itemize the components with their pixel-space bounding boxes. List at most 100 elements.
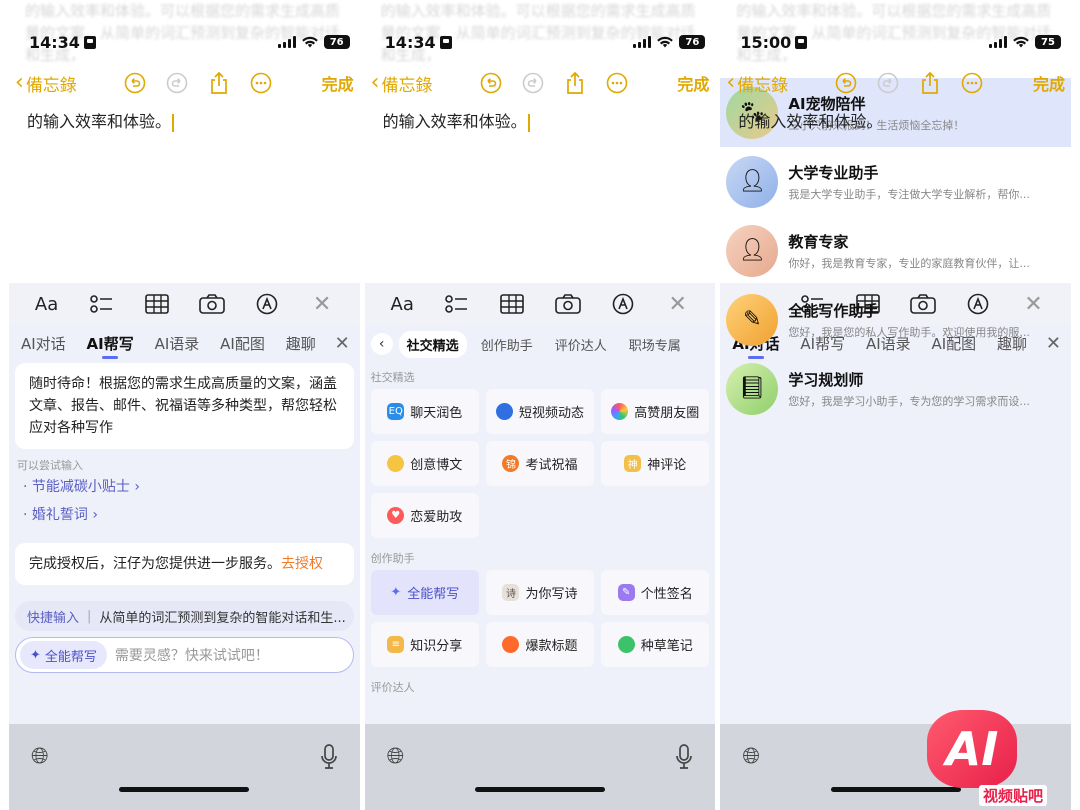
share-icon[interactable]	[563, 71, 587, 95]
redo-icon[interactable]	[165, 71, 189, 95]
assistant-item[interactable]: 📘︎ 学习规划师 您好，我是学习小助手，专为您的学习需求而设...	[720, 354, 1071, 423]
template-short-video[interactable]: 短视频动态	[485, 389, 595, 434]
close-icon[interactable]: ✕	[663, 292, 693, 317]
quick-input-bar[interactable]: 快捷输入 | 从简单的词汇预测到复杂的智能对话和生...	[15, 601, 354, 631]
phone-screen-3: 的输入效率和体验。可以根据您的需求生成高质量的文案，从简单的词汇预测到复杂的智能…	[720, 0, 1072, 810]
template-poem[interactable]: 诗为你写诗	[485, 570, 595, 615]
back-button[interactable]: ‹ 備忘錄	[15, 71, 115, 96]
share-icon[interactable]	[207, 71, 231, 95]
globe-icon[interactable]: 🌐︎	[31, 744, 49, 769]
template-title[interactable]: 爆款标题	[485, 622, 595, 667]
signal-icon	[633, 36, 652, 48]
hint-label: 可以尝试输入	[17, 459, 83, 472]
bulb-icon	[387, 455, 405, 472]
template-knowledge[interactable]: ≡ 知识分享	[370, 622, 479, 667]
tab-fun-chat[interactable]: 趣聊	[284, 329, 318, 358]
tab-ai-chat[interactable]: AI对话	[19, 329, 68, 358]
more-icon[interactable]	[249, 71, 273, 95]
table-icon[interactable]	[142, 294, 172, 314]
watermark-text: 视频贴吧	[979, 785, 1048, 806]
assistant-item[interactable]: 👤︎ 教育专家 你好，我是教育专家，专业的家庭教育伙伴，让...	[720, 216, 1071, 285]
template-moments[interactable]: 高赞朋友圈	[601, 389, 710, 434]
note-text[interactable]: 的输入效率和体验。	[383, 108, 530, 132]
tab-creation[interactable]: 创作助手	[473, 331, 541, 358]
template-all-write[interactable]: ✦ 全能帮写	[370, 570, 479, 615]
redo-icon[interactable]	[521, 71, 545, 95]
quick-input-text: 从简单的词汇预测到复杂的智能对话和生...	[99, 610, 346, 626]
template-notes[interactable]: 种草笔记	[601, 622, 710, 667]
globe-icon[interactable]: 🌐︎	[387, 744, 405, 769]
close-icon[interactable]: ✕	[307, 292, 337, 317]
table-icon[interactable]	[497, 294, 527, 314]
clock: 15:00	[740, 32, 792, 52]
status-bar: 14:34 76	[385, 30, 706, 54]
ai-input-field[interactable]: 需要灵感？快来试试吧！	[115, 645, 269, 665]
tab-ai-image[interactable]: AI配图	[218, 329, 267, 358]
undo-icon[interactable]	[123, 71, 147, 95]
template-exam-wish[interactable]: 锦考试祝福	[485, 441, 595, 486]
mic-icon[interactable]	[320, 744, 338, 776]
auth-card: 完成授权后，汪仔为您提供进一步服务。去授权	[15, 543, 354, 585]
battery-icon: 76	[679, 35, 706, 49]
sim-icon	[439, 35, 452, 49]
undo-icon[interactable]	[479, 71, 503, 95]
checklist-icon[interactable]	[442, 294, 472, 314]
globe-icon[interactable]: 🌐︎	[742, 744, 760, 769]
more-icon[interactable]	[605, 71, 629, 95]
status-bar: 14:34 76	[29, 30, 350, 54]
tab-ai-quotes[interactable]: AI语录	[153, 329, 202, 358]
more-icon[interactable]	[960, 71, 984, 95]
planet-icon	[495, 403, 513, 420]
note-text[interactable]: 的输入效率和体验。	[27, 108, 175, 132]
sim-icon	[795, 35, 808, 49]
tab-review[interactable]: 评价达人	[547, 331, 615, 358]
undo-icon[interactable]	[834, 71, 858, 95]
chevron-left-icon: ‹	[370, 70, 380, 95]
write-mode-pill[interactable]: ✦ 全能帮写	[20, 641, 107, 669]
camera-icon[interactable]	[553, 294, 583, 314]
god-icon: 神	[624, 455, 642, 472]
watermark: AI 视频贴吧	[887, 710, 1048, 806]
done-button[interactable]: 完成	[677, 71, 709, 95]
sparkle-icon: ✦	[390, 585, 402, 600]
suggestion-item[interactable]: · 婚礼誓词 ›	[9, 501, 360, 529]
font-icon[interactable]: Aa	[32, 294, 62, 315]
system-bar: 🌐︎	[364, 724, 716, 810]
suggestion-item[interactable]: · 节能减碳小贴士 ›	[9, 473, 360, 501]
assistant-item[interactable]: ✎ 全能写作助手 您好，我是您的私人写作助手。欢迎使用我的服...	[720, 285, 1071, 354]
notebook-icon: ≡	[387, 636, 405, 653]
close-icon[interactable]: ✕	[335, 333, 350, 354]
wifi-icon	[1013, 36, 1029, 48]
feather-icon: ✎	[617, 584, 635, 601]
note-text[interactable]: 的输入效率和体验。	[738, 108, 882, 132]
chevron-left-icon: ‹	[15, 70, 24, 95]
tab-ai-write[interactable]: AI帮写	[85, 329, 136, 359]
camera-icon[interactable]	[197, 294, 227, 314]
assistant-item[interactable]: 👤︎ 大学专业助手 我是大学专业助手，专注做大学专业解析，帮你...	[720, 147, 1071, 216]
back-button[interactable]: ‹ 備忘錄	[726, 71, 826, 96]
redo-icon[interactable]	[876, 71, 900, 95]
template-signature[interactable]: ✎ 个性签名	[601, 570, 710, 615]
template-blog[interactable]: 创意博文	[370, 441, 479, 486]
auth-link[interactable]: 去授权	[281, 556, 323, 572]
done-button[interactable]: 完成	[322, 71, 354, 95]
template-comment[interactable]: 神神评论	[601, 441, 710, 486]
markup-icon[interactable]	[608, 293, 638, 315]
chevron-left-icon[interactable]: ‹	[370, 333, 393, 355]
category-tabs: ‹ 社交精选 创作助手 评价达人 职场专属	[365, 325, 716, 363]
chevron-left-icon: ‹	[726, 70, 736, 95]
font-icon[interactable]: Aa	[387, 294, 417, 315]
back-button[interactable]: ‹ 備忘錄	[371, 71, 471, 96]
tab-work[interactable]: 职场专属	[621, 331, 689, 358]
checklist-icon[interactable]	[87, 294, 117, 314]
template-love[interactable]: ♥ 恋爱助攻	[370, 493, 479, 538]
markup-icon[interactable]	[252, 293, 282, 315]
signal-icon	[277, 36, 296, 48]
mic-icon[interactable]	[675, 744, 693, 776]
done-button[interactable]: 完成	[1033, 71, 1065, 95]
share-icon[interactable]	[918, 71, 942, 95]
assistant-list: 🐾︎ AI宠物陪伴 三小只前来报到！生活烦恼全忘掉！ 👤︎ 大学专业助手 我是大学专…	[720, 78, 1072, 724]
template-chat-polish[interactable]: EQ 聊天润色	[370, 389, 479, 434]
tab-social[interactable]: 社交精选	[398, 330, 467, 358]
note-toolbar: ‹ 備忘錄 完成	[720, 66, 1071, 100]
